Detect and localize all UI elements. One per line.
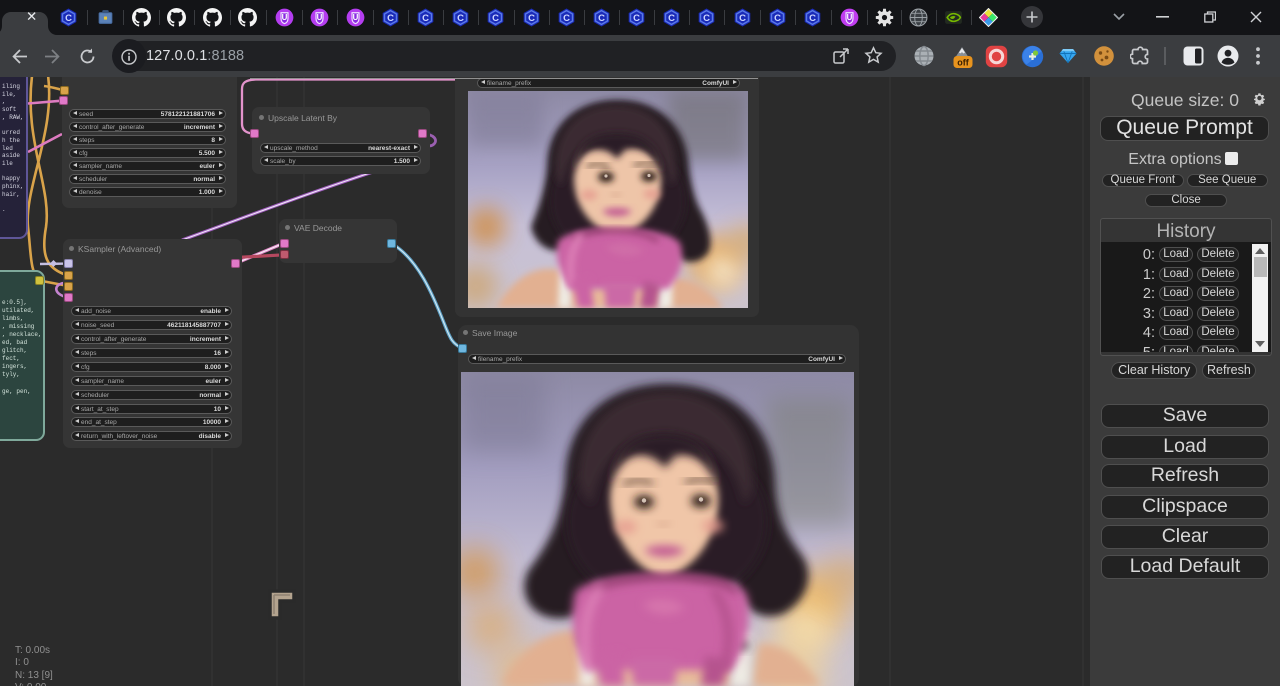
svg-text:C: C (774, 12, 781, 23)
svg-text:C: C (703, 12, 710, 23)
svg-text:C: C (809, 12, 816, 23)
svg-text:U: U (352, 13, 358, 22)
svg-text:U: U (317, 13, 323, 22)
svg-text:C: C (598, 12, 605, 23)
svg-text:C: C (739, 12, 746, 23)
svg-text:C: C (668, 12, 675, 23)
svg-text:C: C (422, 12, 429, 23)
svg-text:C: C (528, 12, 535, 23)
svg-text:C: C (493, 12, 500, 23)
svg-text:C: C (387, 12, 394, 23)
svg-text:U: U (281, 13, 287, 22)
svg-text:C: C (563, 12, 570, 23)
svg-text:off: off (957, 57, 969, 67)
svg-text:U: U (846, 13, 852, 22)
svg-text:C: C (457, 12, 464, 23)
svg-text:C: C (633, 12, 640, 23)
svg-text:C: C (65, 12, 72, 23)
